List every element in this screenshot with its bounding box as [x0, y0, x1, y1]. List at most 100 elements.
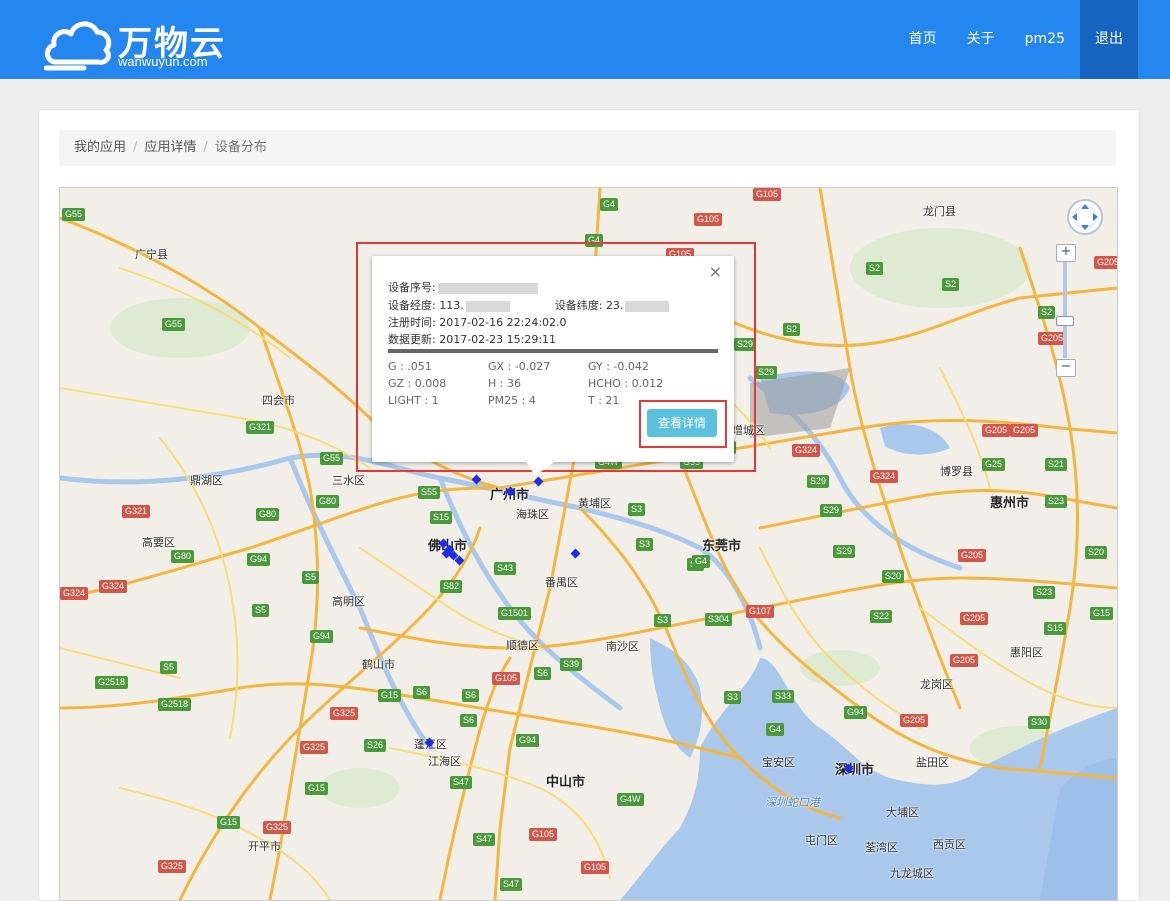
- road-shield: S3: [654, 614, 672, 627]
- road-shield: G107: [746, 605, 775, 618]
- road-shield: G15: [378, 689, 402, 702]
- road-shield: G324: [792, 444, 821, 457]
- map-label: 四会市: [262, 394, 295, 407]
- breadcrumb: 我的应用 / 应用详情 / 设备分布: [59, 130, 1116, 166]
- device-map[interactable]: 广宁县四会市鼎湖区三水区高要区高明区鹤山市蓬江区江海区开平市广州市佛山市海珠区黄…: [59, 187, 1118, 901]
- map-label: 龙门县: [923, 205, 956, 218]
- road-shield: G205: [1094, 256, 1117, 269]
- device-register-row: 注册时间: 2017-02-16 22:24:02.0: [388, 314, 567, 330]
- breadcrumb-app-detail[interactable]: 应用详情: [144, 140, 196, 155]
- details-highlight-box: [639, 400, 727, 448]
- pan-control-icon[interactable]: [1066, 198, 1104, 236]
- road-shield: G321: [122, 505, 151, 518]
- map-label: 顺德区: [506, 639, 539, 652]
- brand-logo[interactable]: 万物云 wanwuyun.com: [44, 12, 244, 72]
- breadcrumb-my-apps[interactable]: 我的应用: [74, 140, 126, 155]
- road-shield: S6: [462, 689, 480, 702]
- device-lat-label: 设备纬度:: [554, 299, 603, 312]
- sensor-h: H : 36: [488, 377, 521, 390]
- road-shield: S2: [783, 323, 801, 336]
- device-coords-row: 设备经度: 113. 设备纬度: 23.: [388, 297, 670, 313]
- map-label: 屯门区: [805, 834, 838, 847]
- zoom-out-button[interactable]: −: [1056, 359, 1076, 377]
- road-shield: S22: [870, 610, 893, 623]
- map-label: 南沙区: [606, 640, 639, 653]
- sensor-gz: GZ : 0.008: [388, 377, 447, 390]
- device-update-row: 数据更新: 2017-02-23 15:29:11: [388, 331, 556, 347]
- device-serial-row: 设备序号:: [388, 279, 538, 295]
- nav-pm25[interactable]: pm25: [1010, 0, 1080, 79]
- road-shield: G205: [1010, 424, 1039, 437]
- device-lng-label: 设备经度:: [388, 299, 436, 312]
- road-shield: G324: [99, 580, 128, 593]
- road-shield: S15: [1044, 622, 1067, 635]
- zoom-slider-track[interactable]: [1056, 262, 1074, 358]
- road-shield: G105: [581, 861, 610, 874]
- road-shield: S30: [1028, 716, 1051, 729]
- road-shield: G105: [753, 188, 782, 201]
- nav-home[interactable]: 首页: [894, 0, 952, 79]
- road-shield: G80: [316, 495, 340, 508]
- road-shield: G80: [256, 508, 280, 521]
- road-shield: S2: [866, 262, 884, 275]
- road-shield: G1501: [498, 607, 532, 620]
- map-label: 惠阳区: [1010, 646, 1043, 659]
- zoom-in-button[interactable]: +: [1056, 244, 1076, 262]
- road-shield: S3: [724, 691, 742, 704]
- map-label: 三水区: [332, 474, 365, 487]
- road-shield: G55: [162, 318, 186, 331]
- breadcrumb-separator: /: [133, 140, 138, 155]
- map-label: 博罗县: [940, 465, 973, 478]
- map-label: 鼎湖区: [190, 474, 223, 487]
- map-label: 海珠区: [516, 508, 549, 521]
- road-shield: G94: [516, 734, 540, 747]
- road-shield: S3: [628, 503, 646, 516]
- brand-subtitle: wanwuyun.com: [118, 54, 208, 69]
- device-lng-value: 113.: [439, 299, 464, 312]
- zoom-slider-handle[interactable]: [1056, 316, 1074, 326]
- road-shield: G205: [982, 424, 1011, 437]
- lat-mask: [625, 300, 670, 312]
- map-label: 中山市: [546, 775, 586, 790]
- nav-logout[interactable]: 退出: [1080, 0, 1138, 79]
- road-shield: S21: [1045, 458, 1068, 471]
- road-shield: S47: [450, 776, 473, 789]
- road-shield: S29: [833, 545, 856, 558]
- road-shield: G324: [870, 470, 899, 483]
- device-lat-value: 23.: [605, 299, 624, 312]
- map-label: 大埔区: [886, 806, 919, 819]
- road-shield: S47: [500, 878, 523, 891]
- device-register-label: 注册时间:: [388, 316, 436, 329]
- road-shield: S5: [302, 571, 320, 584]
- road-shield: G4: [692, 555, 711, 568]
- road-shield: S43: [494, 562, 517, 575]
- road-shield: G25: [982, 458, 1006, 471]
- road-shield: S5: [252, 604, 270, 617]
- nav-about[interactable]: 关于: [952, 0, 1010, 79]
- road-shield: G205: [960, 612, 989, 625]
- road-shield: G55: [320, 452, 344, 465]
- device-register-value: 2017-02-16 22:24:02.0: [439, 316, 567, 329]
- road-shield: G325: [330, 707, 359, 720]
- road-shield: G325: [158, 860, 187, 873]
- top-nav: 首页 关于 pm25 退出: [894, 0, 1138, 79]
- road-shield: S23: [1033, 586, 1056, 599]
- road-shield: G94: [310, 630, 334, 643]
- road-shield: G15: [305, 782, 329, 795]
- close-icon[interactable]: ×: [709, 262, 722, 281]
- map-label: 九龙城区: [890, 867, 934, 880]
- road-shield: S3: [636, 538, 654, 551]
- road-shield: S20: [1085, 546, 1108, 559]
- road-shield: G55: [62, 208, 86, 221]
- map-label: 盐田区: [916, 756, 949, 769]
- sensor-t: T : 21: [588, 394, 620, 407]
- road-shield: G105: [529, 828, 558, 841]
- road-shield: G205: [950, 654, 979, 667]
- zoom-control: + −: [1056, 244, 1076, 379]
- map-label: 荃湾区: [865, 841, 898, 854]
- map-label: 番禺区: [545, 576, 578, 589]
- map-label: 广宁县: [135, 248, 168, 261]
- map-label: 开平市: [248, 840, 281, 853]
- road-shield: S29: [820, 504, 843, 517]
- popup-divider: [388, 349, 718, 353]
